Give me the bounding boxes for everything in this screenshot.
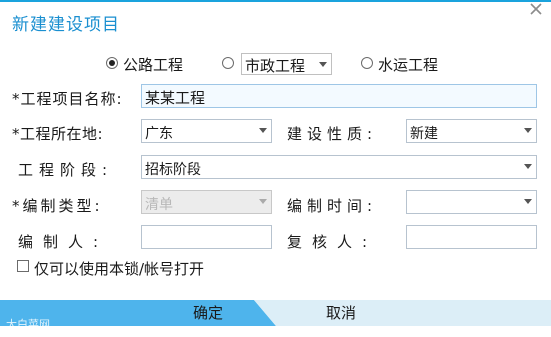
lock-only-checkbox[interactable] xyxy=(17,260,29,272)
radio-highway-label[interactable]: 公路工程 xyxy=(123,54,183,75)
dialog-title: 新建建设项目 xyxy=(12,15,120,35)
project-name-input[interactable]: 某某工程 xyxy=(141,84,537,108)
chevron-down-icon xyxy=(319,62,327,67)
chevron-down-icon xyxy=(259,199,267,204)
nature-select[interactable]: 新建 xyxy=(406,119,537,143)
radio-municipal[interactable] xyxy=(222,57,234,69)
button-bar: 确定 取消 xyxy=(0,300,551,326)
radio-highway[interactable] xyxy=(106,57,118,69)
stage-select[interactable]: 招标阶段 xyxy=(141,155,537,179)
chevron-down-icon xyxy=(259,128,267,133)
cancel-button[interactable]: 取消 xyxy=(254,300,551,326)
nature-value: 新建 xyxy=(410,126,438,142)
project-name-label: *工程项目名称: xyxy=(12,90,123,108)
close-icon[interactable] xyxy=(526,0,546,20)
stage-label: 工程阶段: xyxy=(18,161,114,179)
municipal-select[interactable]: 市政工程 xyxy=(241,53,332,75)
compiler-label: 编制人: xyxy=(18,233,109,251)
chevron-down-icon xyxy=(524,128,532,133)
compile-time-label: 编制时间: xyxy=(287,197,378,215)
reviewer-input[interactable] xyxy=(406,225,537,249)
location-label: *工程所在地: xyxy=(12,125,104,143)
radio-waterway[interactable] xyxy=(361,57,373,69)
chevron-down-icon xyxy=(524,164,532,169)
compile-type-value: 清单 xyxy=(145,197,173,213)
compile-type-label: *编制类型: xyxy=(12,197,103,215)
municipal-select-label: 市政工程 xyxy=(245,57,306,75)
radio-waterway-label[interactable]: 水运工程 xyxy=(378,54,438,75)
title-accent-line xyxy=(0,0,551,2)
stage-value: 招标阶段 xyxy=(145,162,201,178)
compile-type-select: 清单 xyxy=(141,190,272,214)
compiler-input[interactable] xyxy=(141,225,272,249)
reviewer-label: 复核人: xyxy=(287,233,378,251)
chevron-down-icon xyxy=(524,199,532,204)
watermark: 大白菜网 xyxy=(6,318,50,331)
cancel-button-label: 取消 xyxy=(326,304,357,322)
ok-button-label: 确定 xyxy=(193,304,224,322)
location-select[interactable]: 广东 xyxy=(141,119,272,143)
project-name-value: 某某工程 xyxy=(145,89,206,107)
project-type-group: 公路工程 市政工程 水运工程 xyxy=(0,53,551,75)
location-value: 广东 xyxy=(145,126,173,142)
lock-only-label[interactable]: 仅可以使用本锁/帐号打开 xyxy=(34,258,204,279)
compile-time-select[interactable] xyxy=(406,190,537,214)
nature-label: 建设性质: xyxy=(287,125,378,143)
